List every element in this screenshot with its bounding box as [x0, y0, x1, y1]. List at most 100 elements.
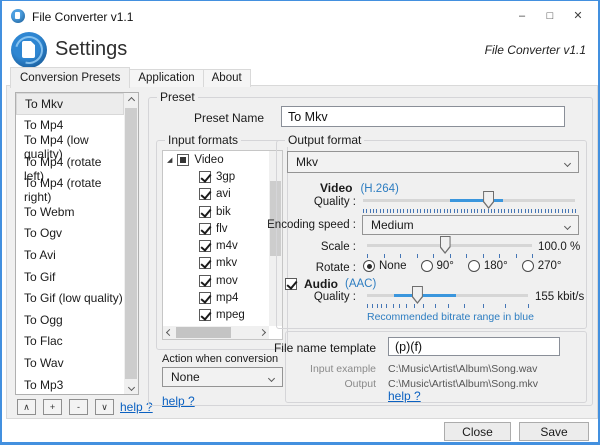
tree-item-label: mpeg: [216, 309, 245, 321]
tab-strip: Conversion PresetsApplicationAbout: [10, 67, 250, 87]
tree-item-avi[interactable]: avi: [163, 186, 269, 203]
file-name-help-link[interactable]: help ?: [388, 389, 421, 403]
titlebar-close-button[interactable]: ✕: [564, 1, 592, 30]
preset-list-scrollbar[interactable]: [124, 93, 138, 394]
video-quality-slider[interactable]: [363, 191, 575, 209]
rotate-radio-none[interactable]: None: [363, 260, 407, 272]
list-item[interactable]: To Ogv: [16, 223, 124, 245]
move-down-button[interactable]: ∨: [95, 399, 114, 415]
maximize-button[interactable]: □: [536, 1, 564, 30]
list-item[interactable]: To Gif: [16, 266, 124, 288]
tree-item-3gp[interactable]: 3gp: [163, 168, 269, 185]
minimize-button[interactable]: –: [508, 1, 536, 30]
tab-application[interactable]: Application: [129, 69, 203, 87]
radio-icon[interactable]: [468, 260, 480, 272]
tick-mark: [488, 209, 489, 213]
radio-icon[interactable]: [522, 260, 534, 272]
checkbox-icon[interactable]: [199, 223, 211, 235]
tick-mark: [572, 209, 573, 213]
save-button[interactable]: Save: [519, 422, 589, 441]
action-value: None: [171, 370, 200, 384]
checkbox-icon[interactable]: [199, 240, 211, 252]
scrollbar-thumb[interactable]: [125, 108, 137, 379]
scale-slider[interactable]: [367, 236, 532, 254]
tree-root-label: Video: [194, 154, 223, 166]
tree-item-mkv[interactable]: mkv: [163, 255, 269, 272]
input-formats-help-link[interactable]: help ?: [162, 394, 195, 408]
add-preset-button[interactable]: +: [43, 399, 62, 415]
slider-thumb[interactable]: [483, 191, 494, 209]
tree-item-mov[interactable]: mov: [163, 272, 269, 289]
scroll-right-icon[interactable]: [256, 326, 269, 339]
list-item[interactable]: To Flac: [16, 331, 124, 353]
video-checkbox-icon[interactable]: [177, 154, 189, 166]
list-item[interactable]: To Webm: [16, 201, 124, 223]
tree-expander-icon[interactable]: ◢: [167, 156, 172, 164]
checkbox-icon[interactable]: [199, 275, 211, 287]
preset-name-input[interactable]: [281, 106, 565, 127]
tree-item-mp4[interactable]: mp4: [163, 289, 269, 306]
tick-mark: [434, 209, 435, 213]
remove-preset-button[interactable]: -: [69, 399, 88, 415]
tree-item-bik[interactable]: bik: [163, 203, 269, 220]
rotate-radio-180deg[interactable]: 180°: [468, 260, 508, 272]
checkbox-icon[interactable]: [199, 206, 211, 218]
checkbox-icon[interactable]: [199, 309, 211, 321]
tick-mark: [424, 209, 425, 213]
radio-icon[interactable]: [421, 260, 433, 272]
list-item[interactable]: To Wav: [16, 352, 124, 374]
checkbox-icon[interactable]: [199, 171, 211, 183]
encoding-speed-select[interactable]: Medium: [362, 215, 579, 235]
tree-item-label: avi: [216, 188, 231, 200]
tab-conversion-presets[interactable]: Conversion Presets: [10, 67, 130, 88]
tree-item-mpeg[interactable]: mpeg: [163, 307, 269, 324]
scroll-left-icon[interactable]: [163, 326, 176, 339]
rotate-radio-270deg[interactable]: 270°: [522, 260, 562, 272]
list-item[interactable]: To Mkv: [16, 93, 124, 115]
tick-mark: [483, 304, 484, 308]
tick-mark: [532, 254, 533, 258]
tick-mark: [403, 209, 404, 213]
list-item[interactable]: To Mp4 (rotate right): [16, 179, 124, 201]
scroll-up-icon[interactable]: [124, 93, 138, 107]
action-select[interactable]: None: [162, 367, 283, 387]
tick-mark: [467, 209, 468, 213]
audio-checkbox[interactable]: [285, 278, 297, 290]
tree-item-flv[interactable]: flv: [163, 220, 269, 237]
list-item[interactable]: To Ogg: [16, 309, 124, 331]
tick-mark: [545, 209, 546, 213]
list-item[interactable]: To Mp3: [16, 374, 124, 394]
tree-horizontal-scrollbar[interactable]: [163, 326, 269, 339]
tree-item-label: mkv: [216, 257, 237, 269]
slider-thumb[interactable]: [412, 286, 423, 304]
tab-about[interactable]: About: [203, 69, 251, 87]
checkbox-icon[interactable]: [199, 257, 211, 269]
audio-quality-slider[interactable]: [367, 286, 528, 304]
tick-mark: [417, 254, 418, 258]
slider-thumb[interactable]: [440, 236, 451, 254]
list-item[interactable]: To Avi: [16, 244, 124, 266]
encoding-speed-label: Encoding speed :: [267, 219, 356, 231]
output-format-select[interactable]: Mkv: [287, 151, 579, 173]
rotate-radio-90deg[interactable]: 90°: [421, 260, 454, 272]
scroll-down-icon[interactable]: [124, 380, 138, 394]
input-example-value: C:\Music\Artist\Album\Song.wav: [388, 363, 537, 375]
app-version: File Converter v1.1: [485, 43, 586, 57]
window-title: File Converter v1.1: [32, 10, 133, 24]
chevron-down-icon: [564, 223, 571, 230]
app-icon: [11, 9, 25, 23]
tick-mark: [447, 209, 448, 213]
scrollbar-thumb[interactable]: [176, 327, 231, 338]
checkbox-icon[interactable]: [199, 292, 211, 304]
file-name-template-input[interactable]: [388, 337, 560, 356]
checkbox-icon[interactable]: [199, 188, 211, 200]
tick-mark: [535, 209, 536, 213]
close-button[interactable]: Close: [444, 422, 511, 441]
radio-icon[interactable]: [363, 260, 375, 272]
tick-mark: [575, 209, 576, 213]
tick-mark: [464, 209, 465, 213]
tree-item-video[interactable]: ◢ Video: [163, 151, 269, 168]
list-item[interactable]: To Gif (low quality): [16, 287, 124, 309]
move-up-button[interactable]: ∧: [17, 399, 36, 415]
tree-item-m4v[interactable]: m4v: [163, 237, 269, 254]
